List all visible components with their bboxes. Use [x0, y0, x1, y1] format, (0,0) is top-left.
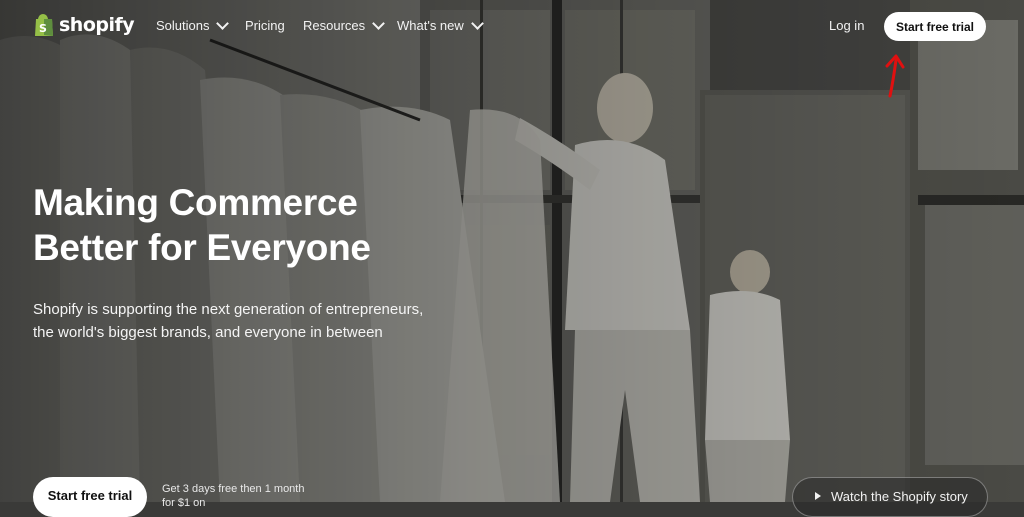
hero-subtitle: Shopify is supporting the next generatio… [33, 301, 424, 341]
hero-start-free-trial-button[interactable]: Start free trial [33, 477, 147, 517]
watch-story-button[interactable]: Watch the Shopify story [792, 477, 988, 517]
brand-name: shopify [59, 14, 135, 36]
hero-title-line1: Making Commerce [33, 182, 358, 223]
shopify-bag-icon: S [35, 14, 53, 36]
chevron-down-icon [372, 17, 386, 30]
nav-label: What's new [397, 18, 464, 33]
chevron-down-icon [470, 17, 484, 30]
shopify-logo[interactable]: S shopify [34, 13, 135, 37]
nav-solutions[interactable]: Solutions [156, 17, 230, 33]
hero-title-line2: Better for Everyone [33, 227, 371, 268]
top-navigation: S shopify Solutions Pricing Resources Wh… [0, 0, 1024, 54]
play-icon [815, 492, 821, 500]
nav-whats-new[interactable]: What's new [397, 17, 484, 33]
hero-title: Making Commerce Better for Everyone [33, 180, 453, 270]
nav-label: Pricing [245, 18, 285, 33]
red-arrow-icon [885, 54, 905, 98]
login-link[interactable]: Log in [829, 18, 864, 33]
chevron-down-icon [216, 17, 230, 30]
nav-resources[interactable]: Resources [303, 17, 386, 33]
svg-text:S: S [39, 22, 47, 35]
nav-pricing[interactable]: Pricing [245, 18, 285, 33]
start-free-trial-button[interactable]: Start free trial [884, 12, 986, 41]
trial-offer-text: Get 3 days free then 1 month for $1 on [162, 483, 305, 509]
nav-label: Solutions [156, 18, 210, 33]
nav-label: Resources [303, 18, 366, 33]
